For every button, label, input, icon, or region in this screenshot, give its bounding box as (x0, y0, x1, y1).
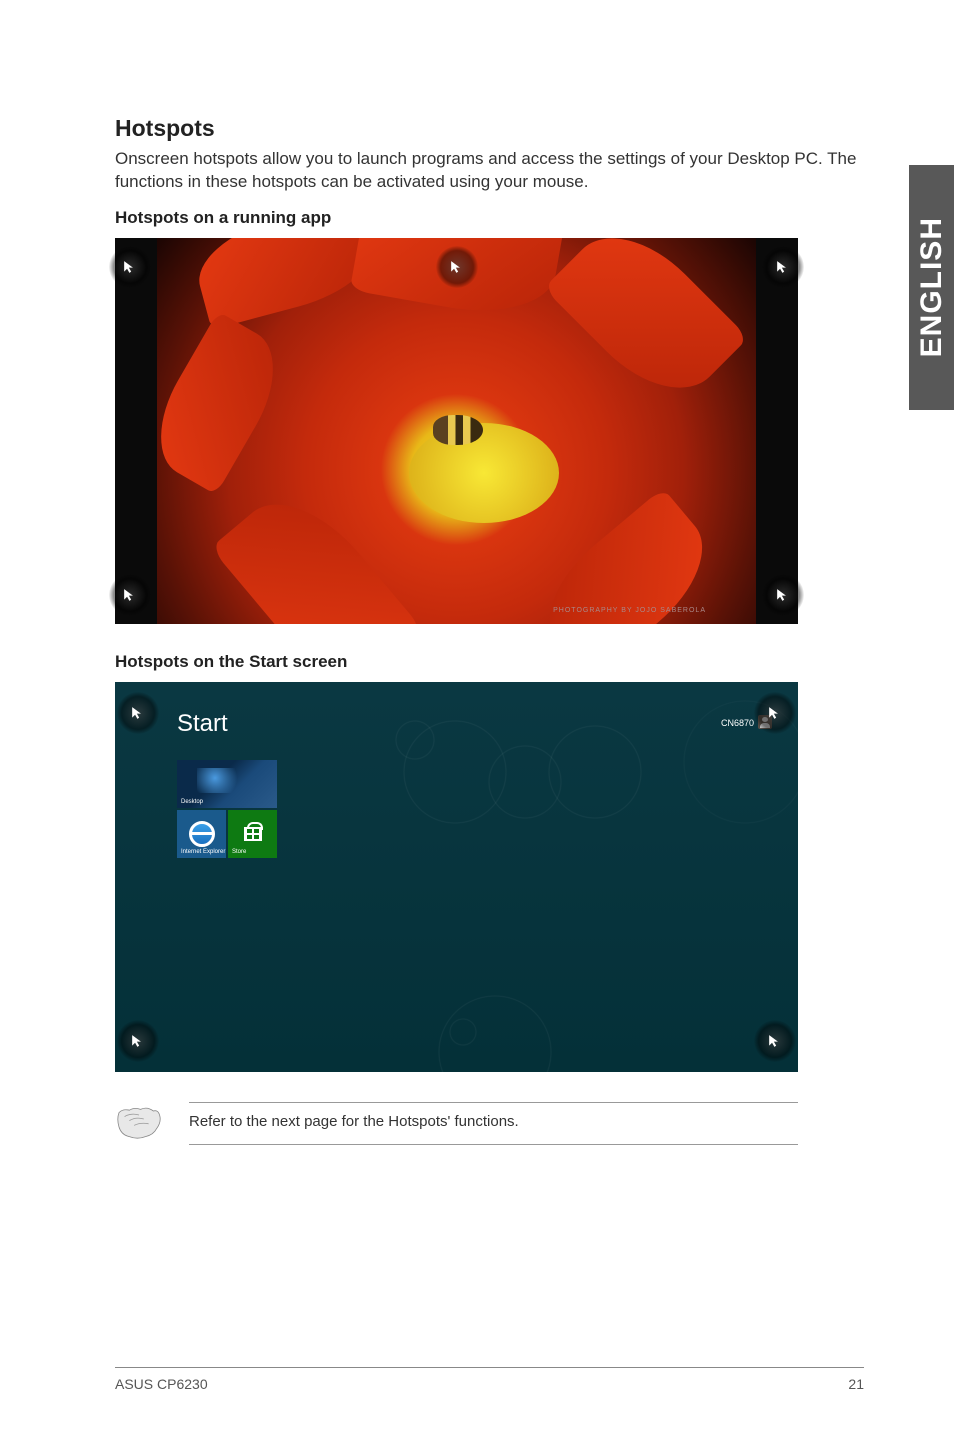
cursor-icon (123, 260, 137, 274)
hotspot-bottom-left[interactable] (117, 1020, 159, 1062)
footer-product: ASUS CP6230 (115, 1376, 208, 1392)
store-icon (244, 827, 262, 841)
cursor-icon (776, 588, 790, 602)
user-name: CN6870 (721, 718, 754, 728)
photo-caption: PHOTOGRAPHY BY JOJO SABEROLA (553, 607, 706, 614)
footer-page-number: 21 (848, 1376, 864, 1392)
photo-flower: PHOTOGRAPHY BY JOJO SABEROLA (157, 238, 756, 624)
start-title: Start (177, 710, 228, 738)
section-heading: Hotspots (115, 115, 864, 142)
hotspot-top-center[interactable] (436, 246, 478, 288)
cursor-icon (131, 1034, 145, 1048)
hotspot-bottom-left[interactable] (109, 574, 151, 616)
hotspot-top-right[interactable] (754, 692, 796, 734)
ie-icon (189, 821, 215, 847)
subheading-running-app: Hotspots on a running app (115, 208, 864, 228)
intro-text: Onscreen hotspots allow you to launch pr… (115, 148, 864, 194)
tile-store[interactable]: Store (228, 810, 277, 858)
page-footer: ASUS CP6230 21 (115, 1367, 864, 1392)
page-content: Hotspots Onscreen hotspots allow you to … (0, 0, 954, 1438)
cursor-icon (123, 588, 137, 602)
hotspot-bottom-right[interactable] (762, 574, 804, 616)
subheading-start-screen: Hotspots on the Start screen (115, 652, 864, 672)
screenshot-running-app: PHOTOGRAPHY BY JOJO SABEROLA (115, 238, 798, 624)
cursor-icon (768, 706, 782, 720)
hotspot-top-left[interactable] (117, 692, 159, 734)
cursor-icon (131, 706, 145, 720)
note-text: Refer to the next page for the Hotspots'… (189, 1113, 798, 1130)
tile-internet-explorer[interactable]: Internet Explorer (177, 810, 226, 858)
cursor-icon (768, 1034, 782, 1048)
tile-desktop-label: Desktop (181, 799, 203, 805)
screenshot-start-screen: Start CN6870 Desktop Internet Explorer S… (115, 682, 798, 1072)
tile-desktop[interactable]: Desktop (177, 760, 277, 808)
cursor-icon (776, 260, 790, 274)
cursor-icon (450, 260, 464, 274)
hotspot-top-right[interactable] (762, 246, 804, 288)
tile-ie-label: Internet Explorer (181, 849, 225, 855)
hotspot-top-left[interactable] (109, 246, 151, 288)
start-tiles: Desktop Internet Explorer Store (177, 760, 277, 858)
start-background (115, 682, 798, 1072)
note-row: Refer to the next page for the Hotspots'… (115, 1102, 798, 1145)
hotspot-bottom-right[interactable] (754, 1020, 796, 1062)
note-hand-icon (115, 1103, 163, 1143)
tile-store-label: Store (232, 849, 246, 855)
note-container: Refer to the next page for the Hotspots'… (189, 1102, 798, 1145)
